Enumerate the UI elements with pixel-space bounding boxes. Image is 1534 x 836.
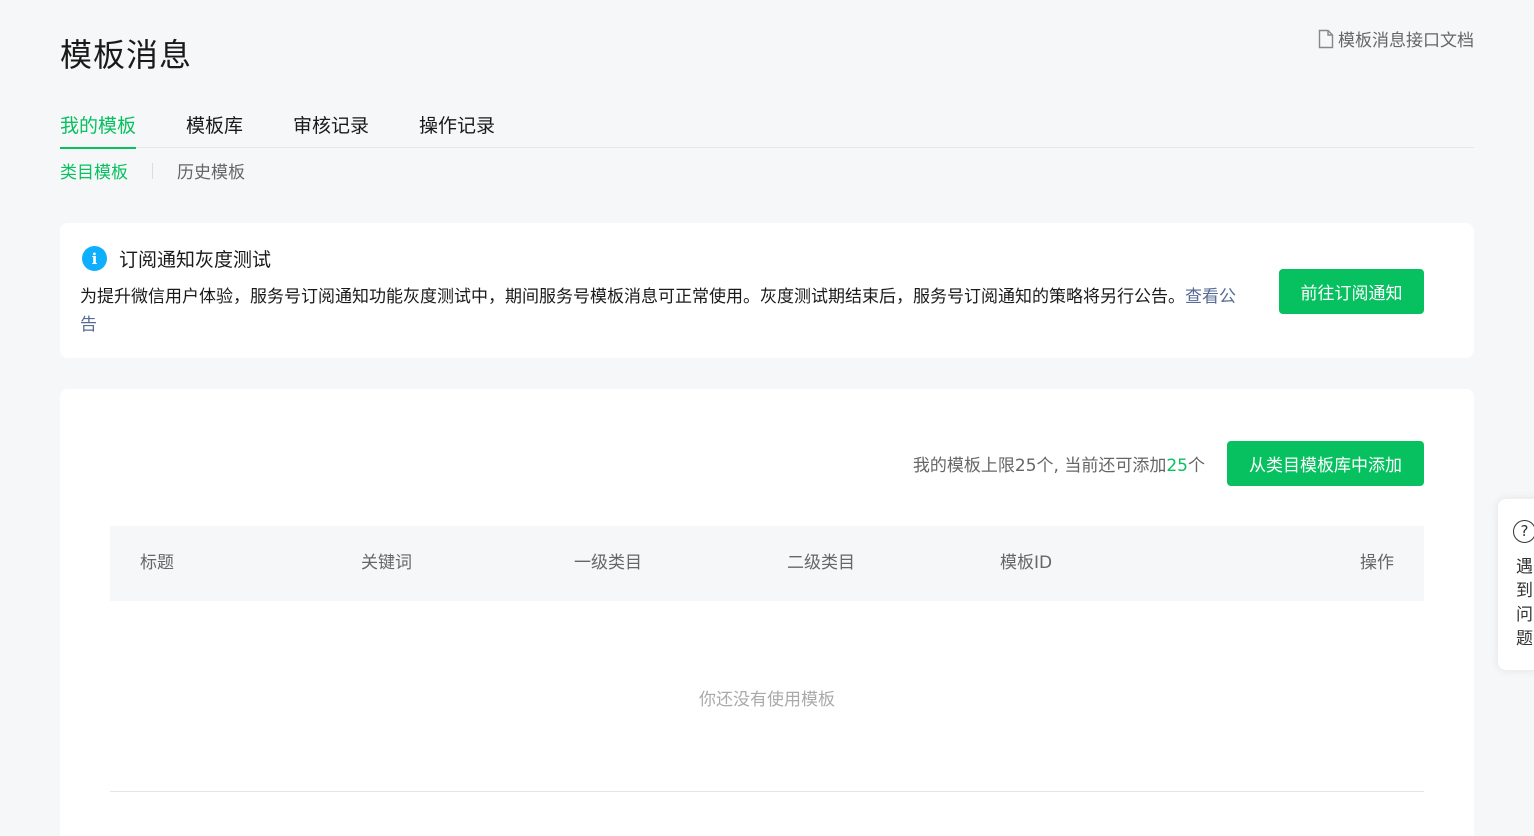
notice-title: 订阅通知灰度测试: [119, 249, 272, 271]
notice-body: 为提升微信用户体验，服务号订阅通知功能灰度测试中，期间服务号模板消息可正常使用。…: [80, 283, 1250, 339]
column-header-actions: 操作: [1360, 553, 1394, 573]
api-doc-link[interactable]: 模板消息接口文档: [1318, 26, 1474, 51]
empty-state-text: 你还没有使用模板: [699, 690, 835, 710]
templates-panel: 我的模板上限25个, 当前还可添加25个 从类目模板库中添加 标题 关键词 一级…: [60, 389, 1474, 836]
page: 模板消息 模板消息接口文档 我的模板 模板库 审核记录 操作记录 类目模板 历史…: [0, 0, 1534, 836]
subtab-category-templates[interactable]: 类目模板: [60, 158, 128, 183]
tab-my-templates[interactable]: 我的模板: [60, 110, 137, 149]
add-from-library-button[interactable]: 从类目模板库中添加: [1227, 441, 1424, 486]
help-floating-button[interactable]: ? 遇到问题: [1498, 499, 1534, 670]
notice-text: 为提升微信用户体验，服务号订阅通知功能灰度测试中，期间服务号模板消息可正常使用。…: [80, 287, 1185, 307]
column-header-template-id: 模板ID: [1000, 553, 1053, 573]
sub-tabs: 类目模板 历史模板: [60, 158, 245, 183]
table-header: 标题 关键词 一级类目 二级类目 模板ID 操作: [110, 526, 1424, 601]
limit-suffix: 个: [1188, 456, 1205, 476]
gray-test-notice: i 订阅通知灰度测试 为提升微信用户体验，服务号订阅通知功能灰度测试中，期间服务…: [60, 223, 1474, 358]
subtab-divider: [152, 162, 153, 179]
column-header-title: 标题: [140, 553, 174, 573]
api-doc-link-label[interactable]: 模板消息接口文档: [1338, 26, 1474, 51]
notice-header: i 订阅通知灰度测试: [82, 245, 271, 272]
document-icon: [1318, 29, 1334, 49]
column-header-keywords: 关键词: [361, 553, 412, 573]
tab-operation-records[interactable]: 操作记录: [419, 110, 495, 148]
limit-prefix: 我的模板上限25个, 当前还可添加: [912, 456, 1167, 476]
info-icon: i: [82, 246, 107, 271]
main-tabs: 我的模板 模板库 审核记录 操作记录: [60, 110, 1474, 149]
page-title: 模板消息: [60, 36, 193, 74]
limit-count: 25: [1166, 456, 1188, 476]
template-limit-text: 我的模板上限25个, 当前还可添加25个: [913, 451, 1205, 476]
subtab-history-templates[interactable]: 历史模板: [177, 158, 245, 183]
help-label: 遇到问题: [1516, 557, 1533, 649]
tab-template-library[interactable]: 模板库: [186, 110, 243, 148]
limit-row: 我的模板上限25个, 当前还可添加25个 从类目模板库中添加: [913, 441, 1424, 486]
go-to-subscription-button[interactable]: 前往订阅通知: [1279, 269, 1424, 314]
column-header-primary-category: 一级类目: [574, 553, 642, 573]
tab-review-records[interactable]: 审核记录: [293, 110, 369, 148]
column-header-secondary-category: 二级类目: [787, 553, 855, 573]
table-bottom-divider: [110, 791, 1424, 792]
question-icon: ?: [1513, 520, 1534, 543]
